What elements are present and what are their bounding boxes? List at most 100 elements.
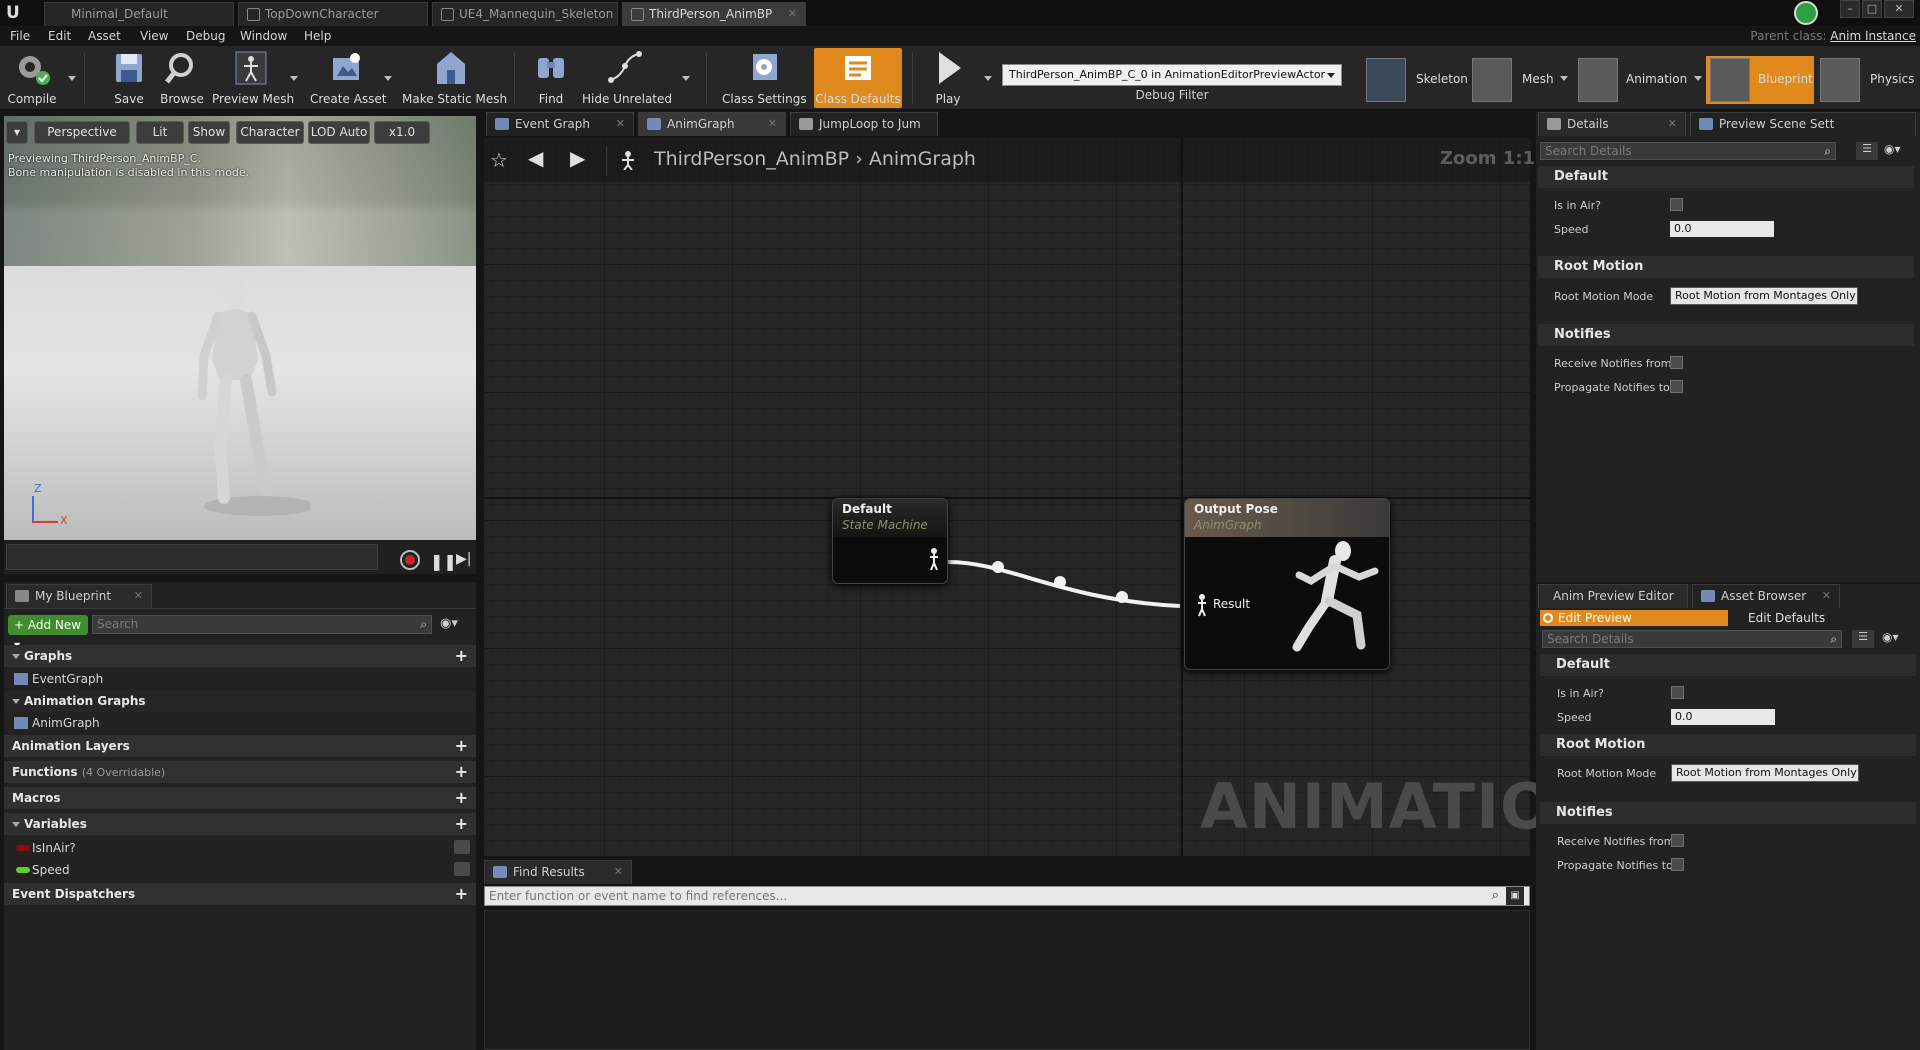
create-asset-chevron-icon[interactable] xyxy=(384,76,392,81)
result-input-pin-icon[interactable] xyxy=(1197,593,1207,617)
minimize-icon[interactable]: – xyxy=(1840,0,1860,18)
menu-window[interactable]: Window xyxy=(240,29,287,43)
details-section-default[interactable]: Default xyxy=(1538,166,1914,188)
section-animation-layers[interactable]: Animation Layers + xyxy=(4,735,476,757)
details-section-root-motion[interactable]: Root Motion xyxy=(1538,256,1914,278)
close-tab-icon[interactable]: ✕ xyxy=(616,113,625,135)
play-options-chevron-icon[interactable] xyxy=(984,76,992,81)
section-macros[interactable]: Macros + xyxy=(4,787,476,809)
close-tab-icon[interactable]: ✕ xyxy=(134,585,143,607)
my-blueprint-tab[interactable]: My Blueprint ✕ xyxy=(6,584,152,608)
receive-notifies-checkbox[interactable] xyxy=(1670,356,1683,369)
pause-icon[interactable]: ❚❚ xyxy=(430,552,457,571)
find-results-tab[interactable]: Find Results ✕ xyxy=(484,860,632,884)
output-pose-node[interactable]: Output Pose AnimGraph Result xyxy=(1184,498,1390,670)
favorite-star-icon[interactable]: ☆ xyxy=(490,148,508,172)
receive-notifies-checkbox[interactable] xyxy=(1671,834,1684,847)
timeline-scrubber[interactable] xyxy=(6,544,378,570)
compile-button[interactable]: Compile xyxy=(4,48,60,108)
anim-graph-canvas[interactable] xyxy=(484,138,1530,856)
parent-class-link[interactable]: Anim Instance xyxy=(1830,29,1916,43)
close-tab-icon[interactable]: ✕ xyxy=(1822,585,1831,607)
preview-mesh-chevron-icon[interactable] xyxy=(290,76,298,81)
show-button[interactable]: Show xyxy=(188,121,230,144)
visibility-eye-icon[interactable]: ◉▾ xyxy=(440,616,458,631)
details-tab[interactable]: Details ✕ xyxy=(1538,112,1686,136)
section-event-dispatchers[interactable]: Event Dispatchers + xyxy=(4,883,476,905)
speed-input[interactable]: 0.0 xyxy=(1671,709,1775,725)
close-tab-icon[interactable]: ✕ xyxy=(768,113,777,135)
visibility-eye-icon[interactable]: ◉▾ xyxy=(1884,142,1901,156)
tab-event-graph[interactable]: Event Graph ✕ xyxy=(486,112,634,136)
menu-asset[interactable]: Asset xyxy=(88,29,121,43)
details-search-input[interactable]: Search Details ⌕ xyxy=(1540,142,1836,160)
breadcrumb-leaf[interactable]: AnimGraph xyxy=(869,148,976,170)
debug-filter-select[interactable]: ThirdPerson_AnimBP_C_0 in AnimationEdito… xyxy=(1002,64,1342,86)
details-section-notifies[interactable]: Notifies xyxy=(1538,324,1914,346)
mode-mesh[interactable]: Mesh xyxy=(1472,58,1564,102)
find-in-all-blueprints-icon[interactable]: ▣ xyxy=(1506,887,1524,905)
section-functions[interactable]: Functions (4 Overridable) + xyxy=(4,761,476,783)
mode-physics[interactable]: Physics xyxy=(1820,58,1920,102)
menu-file[interactable]: File xyxy=(10,29,30,43)
play-button[interactable]: Play xyxy=(924,48,972,108)
doc-tab-topdowncharacter[interactable]: TopDownCharacter xyxy=(238,2,428,26)
speed-input[interactable]: 0.0 xyxy=(1670,221,1774,237)
maximize-icon[interactable]: □ xyxy=(1862,0,1882,18)
mesh-chevron-icon[interactable] xyxy=(1560,76,1568,81)
tree-item-eventgraph[interactable]: EventGraph xyxy=(4,668,476,690)
preview-search-input[interactable]: Search Details ⌕ xyxy=(1542,630,1842,648)
add-graph-icon[interactable]: + xyxy=(455,647,468,665)
forward-arrow-icon[interactable]: ▶ xyxy=(570,146,585,170)
close-window-icon[interactable]: ✕ xyxy=(1884,0,1914,18)
record-button[interactable] xyxy=(400,550,420,570)
propagate-notifies-checkbox[interactable] xyxy=(1671,858,1684,871)
save-button[interactable]: Save xyxy=(104,48,154,108)
add-variable-icon[interactable]: + xyxy=(455,815,468,833)
add-function-icon[interactable]: + xyxy=(455,763,468,781)
step-forward-icon[interactable]: ▶| xyxy=(456,551,471,567)
edit-preview-button[interactable]: Edit Preview xyxy=(1540,610,1728,626)
variable-visibility-icon[interactable] xyxy=(454,862,470,876)
make-static-mesh-button[interactable]: Make Static Mesh xyxy=(402,48,507,108)
is-in-air-checkbox[interactable] xyxy=(1671,686,1684,699)
is-in-air-checkbox[interactable] xyxy=(1670,198,1683,211)
preview-scene-settings-tab[interactable]: Preview Scene Sett xyxy=(1690,112,1916,136)
asset-browser-tab[interactable]: Asset Browser ✕ xyxy=(1692,584,1840,608)
close-tab-icon[interactable]: ✕ xyxy=(788,3,797,25)
animation-chevron-icon[interactable] xyxy=(1694,76,1702,81)
my-blueprint-search-input[interactable]: Search ⌕ xyxy=(92,615,432,634)
source-control-status-icon[interactable] xyxy=(1794,1,1818,25)
perspective-button[interactable]: Perspective xyxy=(34,121,130,144)
menu-debug[interactable]: Debug xyxy=(186,29,225,43)
root-motion-mode-select[interactable]: Root Motion from Montages Only xyxy=(1671,764,1859,782)
section-animation-graphs[interactable]: Animation Graphs xyxy=(4,690,476,712)
find-references-input[interactable]: Enter function or event name to find ref… xyxy=(484,886,1530,906)
playback-speed-button[interactable]: x1.0 xyxy=(374,121,430,144)
character-button[interactable]: Character xyxy=(236,121,304,144)
add-macro-icon[interactable]: + xyxy=(455,789,468,807)
state-machine-node[interactable]: Default State Machine xyxy=(832,498,948,584)
lit-button[interactable]: Lit xyxy=(136,121,184,144)
class-defaults-button[interactable]: Class Defaults xyxy=(814,48,902,108)
find-button[interactable]: Find xyxy=(530,48,572,108)
add-layer-icon[interactable]: + xyxy=(455,737,468,755)
propagate-notifies-checkbox[interactable] xyxy=(1670,380,1683,393)
pose-output-pin-icon[interactable] xyxy=(929,547,939,571)
preview-section-root-motion[interactable]: Root Motion xyxy=(1540,734,1916,756)
mode-skeleton[interactable]: Skeleton xyxy=(1366,58,1468,102)
mode-animation[interactable]: Animation xyxy=(1578,58,1696,102)
close-tab-icon[interactable]: ✕ xyxy=(1668,113,1677,135)
anim-preview-editor-tab[interactable]: Anim Preview Editor xyxy=(1538,584,1688,608)
tree-item-animgraph[interactable]: AnimGraph xyxy=(4,712,476,734)
pose-wire[interactable] xyxy=(940,550,1200,620)
breadcrumb-root[interactable]: ThirdPerson_AnimBP xyxy=(654,148,849,170)
property-matrix-icon[interactable]: ☰ xyxy=(1852,630,1874,648)
class-settings-button[interactable]: Class Settings xyxy=(722,48,807,108)
back-arrow-icon[interactable]: ◀ xyxy=(528,146,543,170)
preview-mesh-button[interactable]: Preview Mesh xyxy=(212,48,294,108)
add-dispatcher-icon[interactable]: + xyxy=(455,885,468,903)
mode-blueprint[interactable]: Blueprint xyxy=(1706,56,1814,104)
doc-tab-skeleton[interactable]: UE4_Mannequin_Skeleton xyxy=(432,2,618,26)
tab-animgraph[interactable]: AnimGraph ✕ xyxy=(638,112,786,136)
